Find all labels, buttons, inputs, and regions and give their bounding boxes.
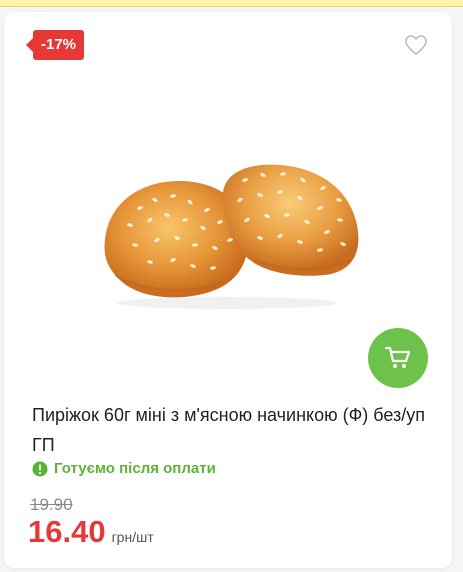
price-unit: грн/шт	[111, 529, 154, 545]
heart-outline-icon	[405, 35, 427, 55]
current-price: 16.40	[28, 514, 106, 549]
price-row: 16.40 грн/шт	[28, 514, 154, 550]
favorite-button[interactable]	[404, 34, 428, 56]
status-row: Готуємо після оплати	[32, 460, 216, 477]
product-image[interactable]	[95, 160, 360, 310]
add-to-cart-button[interactable]	[368, 328, 428, 388]
status-text: Готуємо після оплати	[54, 460, 216, 477]
top-strip	[0, 0, 463, 7]
product-title[interactable]: Пиріжок 60г міні з м'ясною начинкою (Ф) …	[32, 400, 428, 460]
discount-badge: -17%	[25, 30, 85, 60]
old-price: 19.90	[30, 495, 73, 514]
exclamation-circle-icon	[32, 461, 48, 476]
cart-icon	[384, 346, 411, 368]
